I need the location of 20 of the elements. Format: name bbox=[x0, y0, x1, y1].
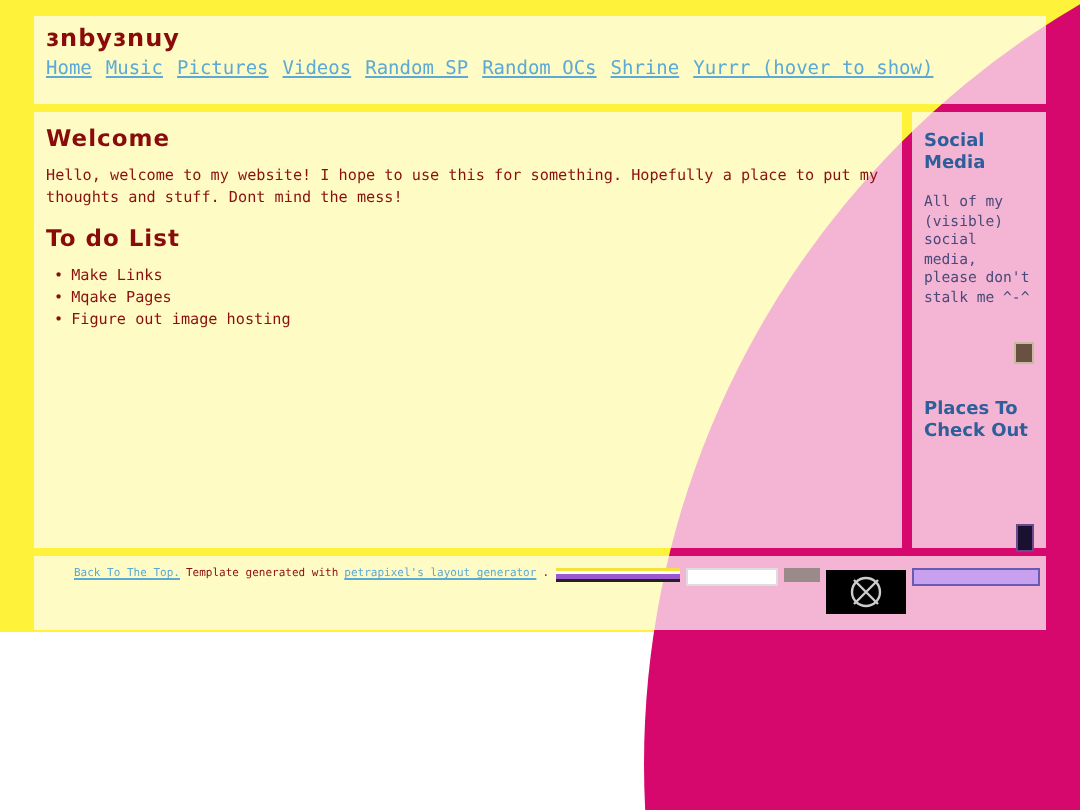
sidebar-heading: Social Media bbox=[924, 132, 988, 176]
badge-image bbox=[911, 568, 1039, 586]
todo-heading: To do List bbox=[46, 224, 182, 252]
social-image[interactable] bbox=[1014, 342, 1034, 364]
link-image[interactable] bbox=[1016, 524, 1034, 552]
site-title: ɜnbyɜnuy bbox=[46, 24, 182, 52]
badge-image bbox=[783, 568, 819, 582]
badge-image bbox=[685, 568, 777, 586]
welcome-heading: Welcome bbox=[46, 124, 173, 152]
crossed-circle-image bbox=[825, 570, 905, 614]
nav-link[interactable]: Yurrr (hover to show) bbox=[693, 58, 934, 80]
badge-image bbox=[555, 568, 679, 582]
nav-link[interactable]: Home bbox=[46, 58, 92, 80]
sidebar-heading: Places To Check Out bbox=[924, 400, 1030, 444]
nav-link[interactable]: Music bbox=[105, 58, 163, 80]
nav-link[interactable]: Random OCs bbox=[482, 58, 597, 80]
nav-link[interactable]: Random SP bbox=[365, 58, 469, 80]
nav-link[interactable]: Pictures bbox=[177, 58, 269, 80]
nav-link[interactable]: Shrine bbox=[610, 58, 680, 80]
nav-link[interactable]: Videos bbox=[282, 58, 352, 80]
